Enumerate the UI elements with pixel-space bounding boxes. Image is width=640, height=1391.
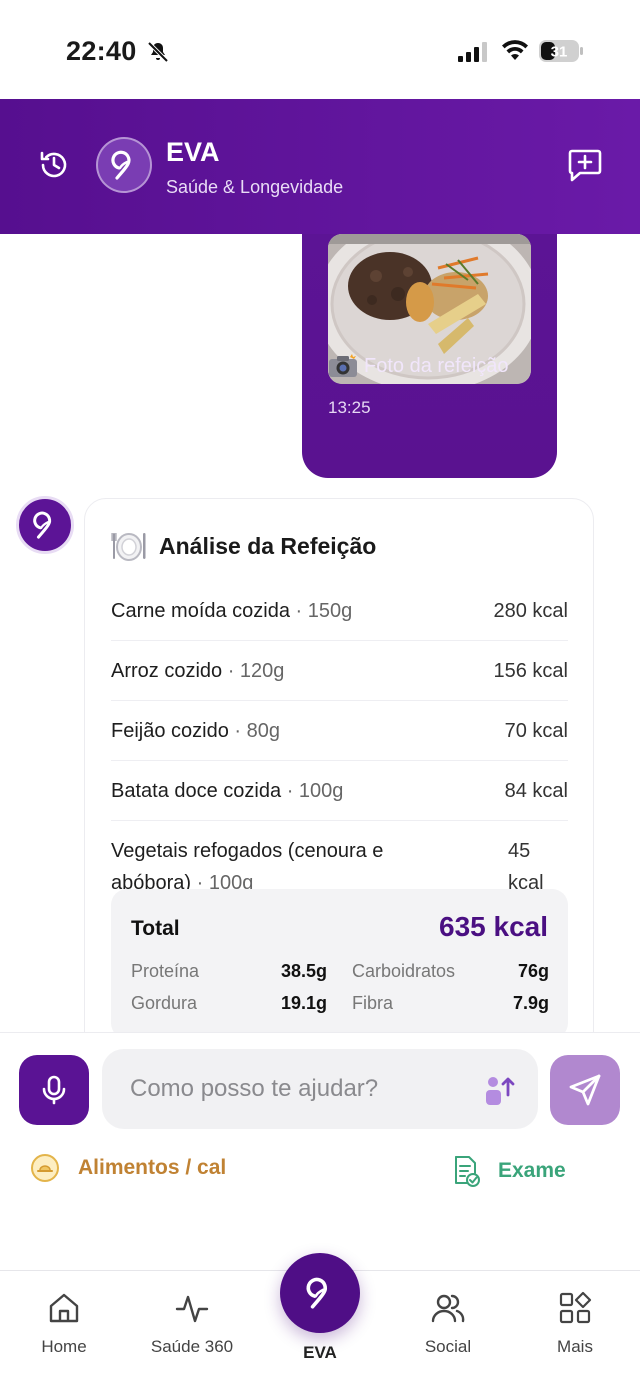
microphone-icon: [42, 1075, 66, 1105]
status-time: 22:40: [66, 36, 137, 66]
food-name: Carne moída cozida: [111, 600, 290, 622]
food-row: Feijão cozido · 80g 70 kcal: [111, 701, 568, 761]
totals-box: Total 635 kcal Proteína 38.5g Carboidrat…: [111, 889, 568, 1032]
eva-logo-icon: [33, 511, 52, 539]
signal-icon: [458, 42, 487, 62]
card-title: Análise da Refeição: [159, 532, 377, 559]
battery-icon: 31: [538, 39, 584, 63]
carbs-value: 76g: [517, 961, 549, 981]
exam-document-icon: [455, 1156, 480, 1187]
food-kcal: 84 kcal: [504, 780, 568, 802]
bell-muted-icon: [147, 41, 169, 63]
nav-eva-button[interactable]: [280, 1253, 360, 1333]
pulse-icon: [175, 1295, 209, 1323]
meal-analysis-card: Análise da Refeição Carne moída cozida ·…: [84, 498, 594, 1032]
home-icon: [49, 1293, 79, 1323]
input-bar: Alimentos / cal Exame: [0, 1032, 640, 1272]
card-header: Análise da Refeição: [111, 529, 376, 563]
quick-action-exam[interactable]: Exame: [452, 1155, 566, 1187]
message-time: 13:25: [328, 398, 371, 417]
apps-grid-icon: [559, 1291, 592, 1324]
total-label: Total: [131, 917, 180, 940]
total-kcal: 635 kcal: [439, 911, 548, 942]
history-icon[interactable]: [36, 147, 72, 183]
header-subtitle: Saúde & Longevidade: [166, 177, 344, 197]
bottom-nav: Home Saúde 360 EVA Social Mais: [0, 1253, 640, 1391]
carbs-label: Carboidratos: [352, 961, 456, 981]
food-kcal: 70 kcal: [504, 720, 568, 742]
food-name: Batata doce cozida: [111, 780, 282, 802]
nav-social[interactable]: Social: [416, 1291, 480, 1357]
food-kcal: 280 kcal: [493, 600, 569, 622]
nav-social-label: Social: [424, 1337, 472, 1356]
app-header: EVA Saúde & Longevidade: [0, 99, 640, 234]
food-row: Arroz cozido · 120g 156 kcal: [111, 641, 568, 701]
user-message-bubble[interactable]: Foto da refeição 13:25: [302, 234, 557, 478]
people-icon: [431, 1294, 465, 1323]
food-list: Carne moída cozida · 150g 280 kcal Arroz…: [111, 581, 568, 912]
camera-icon: [329, 354, 357, 377]
eva-logo-icon: [111, 150, 131, 180]
nav-more-label: Mais: [557, 1337, 593, 1356]
wifi-icon: [502, 40, 528, 60]
food-name: Arroz cozido: [111, 660, 223, 682]
send-button[interactable]: [550, 1055, 620, 1125]
photo-caption-text: Foto da refeição: [364, 354, 509, 377]
quick-exam-label: Exame: [498, 1159, 566, 1182]
eva-avatar: [16, 496, 74, 554]
nav-more[interactable]: Mais: [550, 1291, 600, 1357]
new-chat-icon[interactable]: [566, 147, 604, 183]
food-row: Carne moída cozida · 150g 280 kcal: [111, 581, 568, 641]
eva-logo-icon: [306, 1277, 328, 1309]
send-icon: [569, 1074, 601, 1106]
fat-value: 19.1g: [280, 993, 327, 1013]
protein-label: Proteína: [131, 961, 200, 981]
fat-label: Gordura: [131, 993, 198, 1013]
food-calories-icon: [31, 1154, 59, 1182]
header-title: EVA: [166, 137, 220, 167]
food-portion: · 120g: [227, 660, 285, 682]
mic-button[interactable]: [19, 1055, 89, 1125]
fiber-value: 7.9g: [512, 993, 549, 1013]
food-kcal: 156 kcal: [493, 660, 569, 682]
fiber-label: Fibra: [352, 993, 394, 1013]
eva-logo-avatar: [96, 137, 152, 193]
battery-level: 31: [551, 44, 568, 61]
food-row: Batata doce cozida · 100g 84 kcal: [111, 761, 568, 821]
nav-eva-label: EVA: [303, 1343, 337, 1362]
message-input[interactable]: [102, 1049, 538, 1129]
food-portion: · 150g: [295, 600, 353, 622]
attach-upload-icon[interactable]: [484, 1071, 516, 1107]
food-portion: · 80g: [234, 720, 280, 742]
food-portion: · 100g: [286, 780, 344, 802]
chat-area[interactable]: Foto da refeição 13:25 Análise da Refeiç…: [0, 234, 640, 1032]
protein-value: 38.5g: [280, 961, 327, 981]
food-name: Feijão cozido: [111, 720, 229, 742]
plate-icon: [111, 533, 146, 561]
quick-action-food[interactable]: Alimentos / cal: [30, 1153, 226, 1183]
photo-caption: Foto da refeição: [328, 354, 509, 378]
status-bar: 22:40 31: [0, 0, 640, 100]
quick-food-label: Alimentos / cal: [78, 1156, 227, 1179]
